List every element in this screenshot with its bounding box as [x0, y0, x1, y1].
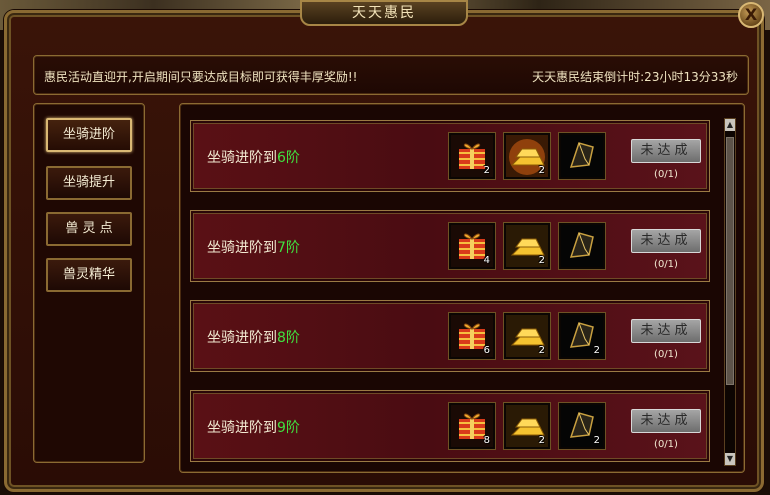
scroll-up-arrow-icon[interactable]: ▲	[725, 119, 735, 131]
item-count: 6	[483, 345, 490, 356]
progress-text: (0/1)	[654, 169, 678, 180]
claim-button[interactable]: 未达成	[631, 139, 701, 163]
gift-box-icon[interactable]: 2	[449, 133, 495, 179]
dark-crystal-icon[interactable]: 2	[559, 403, 605, 449]
item-count: 2	[538, 345, 545, 356]
event-window: 惠民活动直迎开,开启期间只要达成目标即可获得丰厚奖励!! 天天惠民结束倒计时:2…	[4, 10, 764, 492]
gold-bars-icon[interactable]: 2	[504, 133, 550, 179]
gift-box-icon[interactable]: 6	[449, 313, 495, 359]
progress-text: (0/1)	[654, 349, 678, 360]
row-goal-level: 9阶	[277, 420, 300, 436]
item-count: 2	[593, 435, 600, 446]
item-count: 4	[483, 255, 490, 266]
reward-row: 坐骑进阶到6阶 2 2 未达成 (0/1)	[190, 120, 710, 192]
reward-row: 坐骑进阶到8阶 6 2 2 未达成 (0/1)	[190, 300, 710, 372]
close-icon[interactable]: X	[738, 2, 764, 28]
scroll-thumb[interactable]	[726, 137, 734, 385]
gold-bars-icon[interactable]: 2	[504, 223, 550, 269]
row-goal-label: 坐骑进阶到9阶	[207, 417, 300, 437]
claim-button[interactable]: 未达成	[631, 229, 701, 253]
gift-box-icon[interactable]: 8	[449, 403, 495, 449]
item-count: 2	[593, 345, 600, 356]
progress-text: (0/1)	[654, 439, 678, 450]
row-goal-text: 坐骑进阶到	[207, 240, 277, 256]
gold-bars-icon[interactable]: 2	[504, 403, 550, 449]
row-goal-label: 坐骑进阶到7阶	[207, 237, 300, 257]
row-goal-level: 7阶	[277, 240, 300, 256]
reward-row: 坐骑进阶到7阶 4 2 未达成 (0/1)	[190, 210, 710, 282]
tab-beast-spirit-essence[interactable]: 兽灵精华	[46, 258, 132, 292]
claim-button[interactable]: 未达成	[631, 409, 701, 433]
tab-mount-advance[interactable]: 坐骑进阶	[46, 118, 132, 152]
row-goal-level: 8阶	[277, 330, 300, 346]
tab-beast-spirit-point[interactable]: 兽 灵 点	[46, 212, 132, 246]
row-goal-text: 坐骑进阶到	[207, 330, 277, 346]
item-count: 2	[538, 435, 545, 446]
dark-crystal-icon[interactable]	[559, 133, 605, 179]
category-panel: 坐骑进阶 坐骑提升 兽 灵 点 兽灵精华	[33, 103, 145, 463]
dark-crystal-icon[interactable]	[559, 223, 605, 269]
gold-bars-icon[interactable]: 2	[504, 313, 550, 359]
row-goal-label: 坐骑进阶到8阶	[207, 327, 300, 347]
row-goal-text: 坐骑进阶到	[207, 150, 277, 166]
item-count: 2	[538, 165, 545, 176]
tab-mount-upgrade[interactable]: 坐骑提升	[46, 166, 132, 200]
item-count: 8	[483, 435, 490, 446]
item-count: 2	[538, 255, 545, 266]
row-goal-level: 6阶	[277, 150, 300, 166]
window-title: 天天惠民	[300, 0, 468, 26]
reward-row: 坐骑进阶到9阶 8 2 2 未达成 (0/1)	[190, 390, 710, 462]
item-count: 2	[483, 165, 490, 176]
event-notice-bar: 惠民活动直迎开,开启期间只要达成目标即可获得丰厚奖励!! 天天惠民结束倒计时:2…	[33, 55, 749, 95]
gift-box-icon[interactable]: 4	[449, 223, 495, 269]
event-countdown: 天天惠民结束倒计时:23小时13分33秒	[532, 70, 738, 84]
claim-button[interactable]: 未达成	[631, 319, 701, 343]
row-goal-label: 坐骑进阶到6阶	[207, 147, 300, 167]
event-notice-text: 惠民活动直迎开,开启期间只要达成目标即可获得丰厚奖励!!	[44, 70, 358, 84]
reward-list-scrollbar[interactable]: ▲ ▼	[724, 118, 736, 466]
scroll-down-arrow-icon[interactable]: ▼	[725, 453, 735, 465]
progress-text: (0/1)	[654, 259, 678, 270]
reward-list-panel: 坐骑进阶到6阶 2 2 未达成 (0/1) 坐骑进阶到7阶 4 2 未达成 (0…	[179, 103, 745, 473]
dark-crystal-icon[interactable]: 2	[559, 313, 605, 359]
row-goal-text: 坐骑进阶到	[207, 420, 277, 436]
